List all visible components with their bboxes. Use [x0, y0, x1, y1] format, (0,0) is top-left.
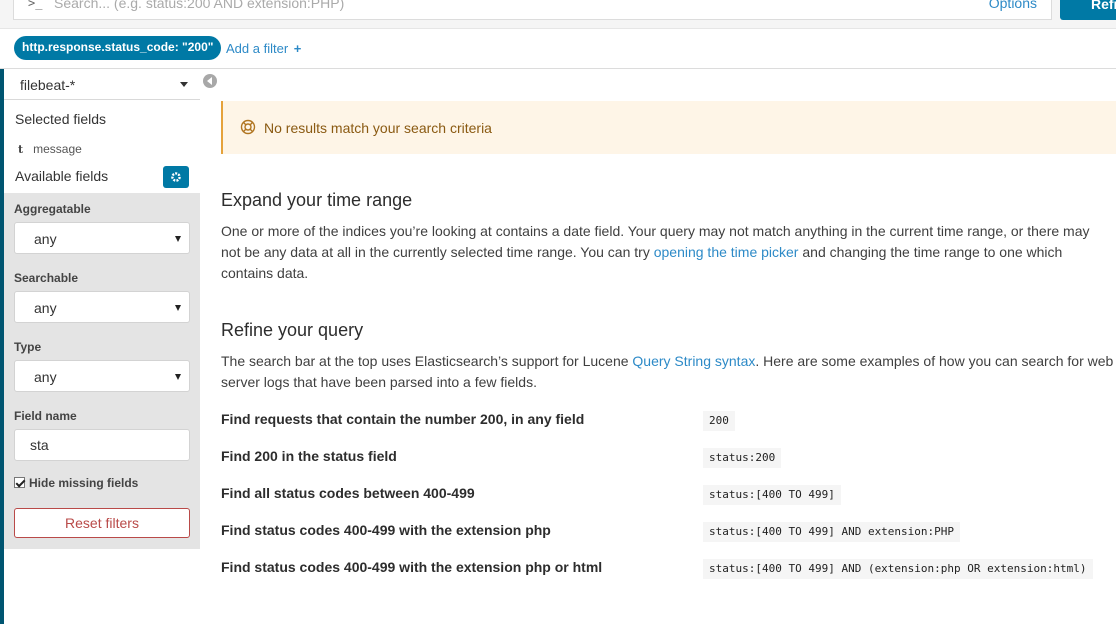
- searchable-value: any: [34, 300, 57, 316]
- example-code: status:[400 TO 499]: [703, 485, 841, 505]
- expand-line-1: One or more of the indices you’re lookin…: [221, 223, 1090, 239]
- hide-missing-label: Hide missing fields: [29, 476, 139, 490]
- query-bar: >_ Options Refresh: [0, 0, 1116, 29]
- gear-icon: [171, 172, 181, 182]
- field-filter-panel: Aggregatable any Searchable any Type any…: [4, 193, 200, 549]
- example-code: status:[400 TO 499] AND extension:PHP: [703, 522, 961, 542]
- field-item-message[interactable]: t message: [18, 142, 82, 156]
- refine-line-1-pre: The search bar at the top uses Elasticse…: [221, 353, 633, 369]
- caret-down-icon: [175, 236, 181, 242]
- example-label: Find requests that contain the number 20…: [221, 411, 585, 427]
- caret-down-icon: [175, 374, 181, 380]
- refine-line-1-post: . Here are some examples of how you can …: [755, 353, 1114, 369]
- type-select[interactable]: any: [14, 360, 190, 392]
- refine-query-text: The search bar at the top uses Elasticse…: [221, 351, 1116, 393]
- example-code: 200: [703, 411, 735, 431]
- no-results-callout: No results match your search criteria: [221, 101, 1116, 154]
- plus-icon: +: [293, 41, 302, 56]
- example-label: Find all status codes between 400-499: [221, 485, 475, 501]
- query-string-syntax-link[interactable]: Query String syntax: [632, 353, 755, 369]
- filter-pill[interactable]: http.response.status_code: "200": [14, 36, 222, 60]
- field-settings-button[interactable]: [163, 166, 189, 188]
- searchable-select[interactable]: any: [14, 291, 190, 323]
- open-time-picker-link[interactable]: opening the time picker: [654, 244, 799, 260]
- kibana-discover: >_ Options Refresh http.response.status_…: [0, 0, 1116, 624]
- search-box[interactable]: >_ Options: [13, 0, 1052, 20]
- add-filter-link[interactable]: Add a filter +: [226, 41, 301, 56]
- expand-line-3: contains data.: [221, 265, 309, 281]
- no-results-message: No results match your search criteria: [264, 120, 492, 136]
- expand-line-2: not be any data at all in the currently …: [221, 242, 1116, 263]
- selected-fields-title: Selected fields: [15, 111, 107, 127]
- options-link[interactable]: Options: [989, 0, 1037, 11]
- refine-line-1: The search bar at the top uses Elasticse…: [221, 351, 1116, 372]
- refine-line-2: server logs that have been parsed into a…: [221, 374, 537, 390]
- filter-bar: http.response.status_code: "200" Add a f…: [0, 29, 1116, 69]
- field-name-label: Field name: [14, 409, 77, 423]
- index-pattern-value: filebeat-*: [20, 77, 76, 93]
- hide-missing-toggle[interactable]: Hide missing fields: [14, 476, 138, 490]
- example-code: status:[400 TO 499] AND (extension:php O…: [703, 559, 1093, 579]
- example-label: Find 200 in the status field: [221, 448, 397, 464]
- caret-down-icon: [175, 305, 181, 311]
- example-label: Find status codes 400-499 with the exten…: [221, 559, 603, 575]
- reset-filters-button[interactable]: Reset filters: [14, 508, 190, 538]
- query-language-icon[interactable]: >_: [28, 0, 42, 10]
- refresh-button[interactable]: Refresh: [1060, 0, 1116, 20]
- lifebuoy-icon: [240, 119, 256, 135]
- aggregatable-select[interactable]: any: [14, 222, 190, 254]
- refine-query-heading: Refine your query: [221, 320, 364, 340]
- field-name: message: [33, 142, 82, 156]
- index-pattern-select[interactable]: filebeat-*: [4, 69, 200, 100]
- add-filter-label: Add a filter: [226, 41, 289, 56]
- collapse-sidebar-icon[interactable]: [203, 74, 217, 88]
- expand-line-2-post: and changing the time range to one which: [798, 244, 1063, 260]
- example-code: status:200: [703, 448, 782, 468]
- expand-time-range-text: One or more of the indices you’re lookin…: [221, 221, 1116, 284]
- example-label: Find status codes 400-499 with the exten…: [221, 522, 551, 538]
- available-fields-title: Available fields: [15, 168, 109, 184]
- type-value: any: [34, 369, 57, 385]
- expand-line-2-pre: not be any data at all in the currently …: [221, 244, 654, 260]
- hide-missing-checkbox[interactable]: [14, 477, 25, 488]
- string-type-icon: t: [18, 143, 24, 156]
- searchable-label: Searchable: [14, 271, 79, 285]
- caret-down-icon: [180, 82, 188, 87]
- type-label: Type: [14, 340, 42, 354]
- expand-time-range-heading: Expand your time range: [221, 190, 413, 210]
- search-input[interactable]: [54, 0, 954, 11]
- aggregatable-value: any: [34, 231, 57, 247]
- field-name-input[interactable]: [14, 429, 190, 461]
- aggregatable-label: Aggregatable: [14, 202, 91, 216]
